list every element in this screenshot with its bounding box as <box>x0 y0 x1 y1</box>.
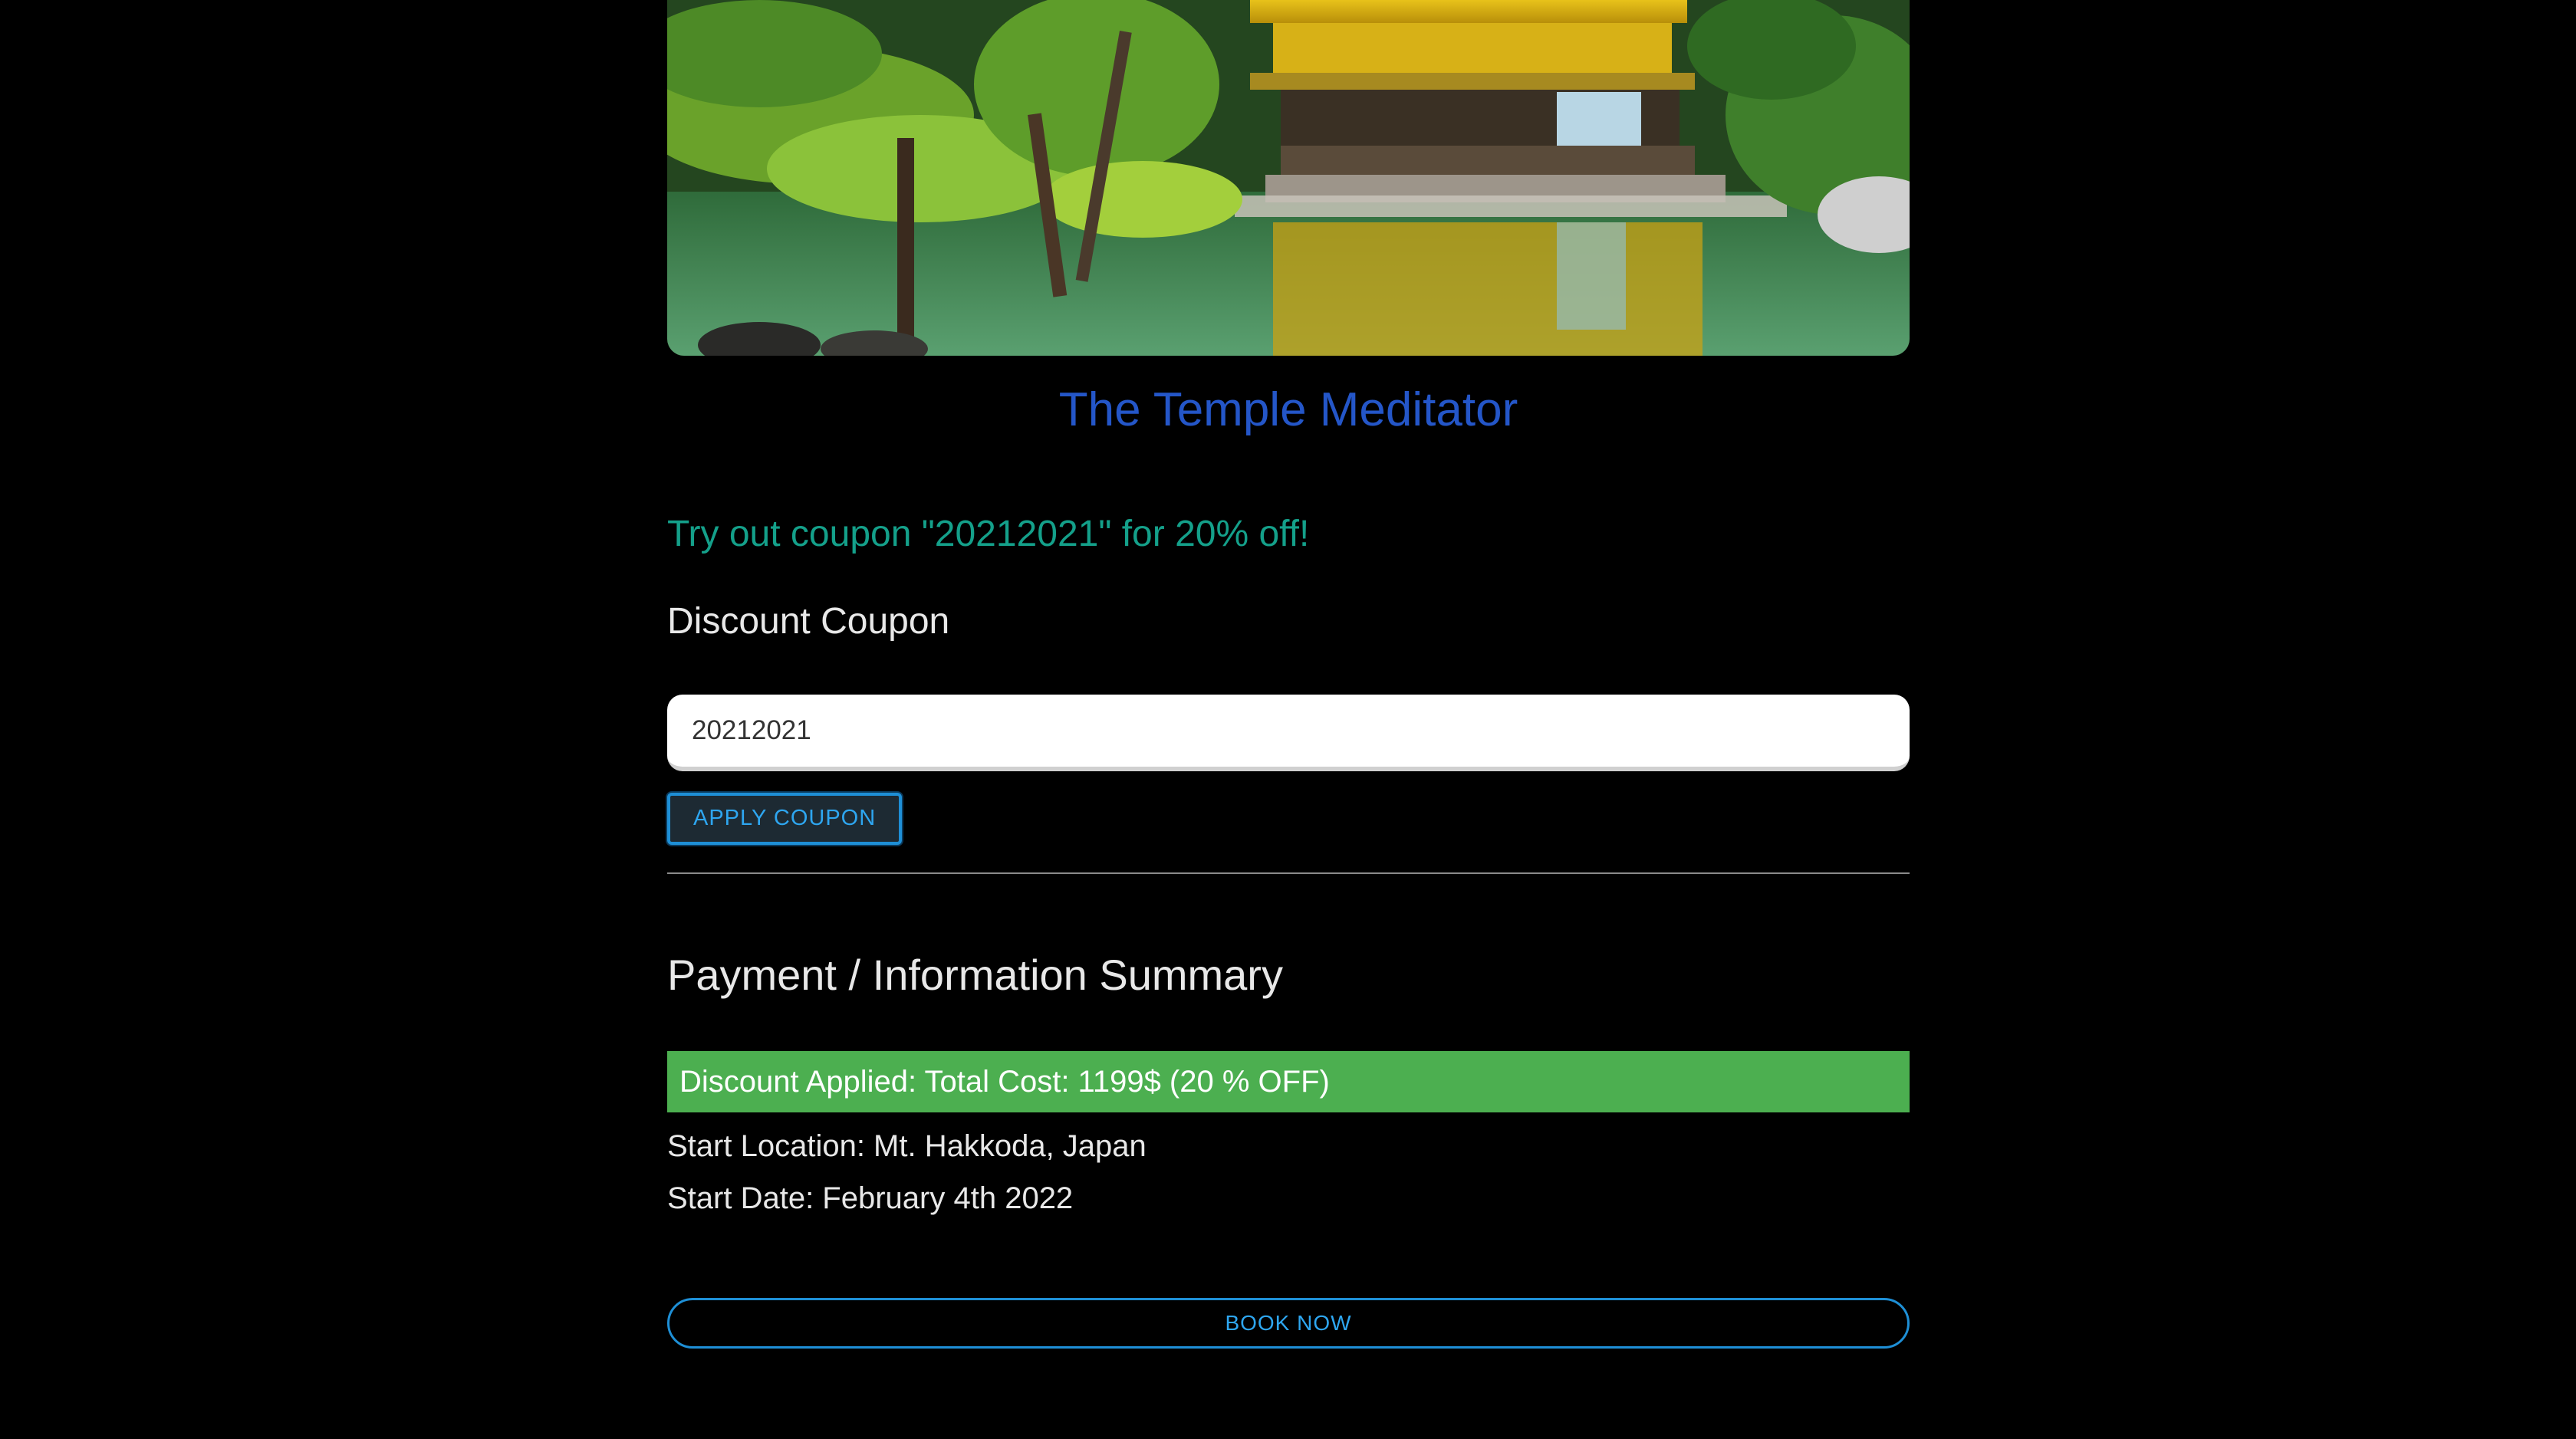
booking-content: The Temple Meditator Try out coupon "202… <box>667 0 1910 1349</box>
coupon-input[interactable] <box>667 694 1910 771</box>
payment-summary-title: Payment / Information Summary <box>667 950 1283 999</box>
book-now-button[interactable]: BOOK NOW <box>667 1297 1910 1349</box>
coupon-promo-text: Try out coupon "20212021" for 20% off! <box>667 514 1310 555</box>
start-location: Start Location: Mt. Hakkoda, Japan <box>667 1129 1147 1163</box>
discount-applied-banner: Discount Applied: Total Cost: 1199$ (20 … <box>667 1050 1910 1112</box>
start-date: Start Date: February 4th 2022 <box>667 1181 1074 1215</box>
temple-hero-image <box>667 0 1910 356</box>
booking-page: The Temple Meditator Try out coupon "202… <box>0 0 2576 1439</box>
section-divider <box>667 872 1910 874</box>
experience-title: The Temple Meditator <box>1058 383 1518 436</box>
discount-coupon-label: Discount Coupon <box>667 600 950 642</box>
apply-coupon-button[interactable]: APPLY COUPON <box>667 792 903 845</box>
